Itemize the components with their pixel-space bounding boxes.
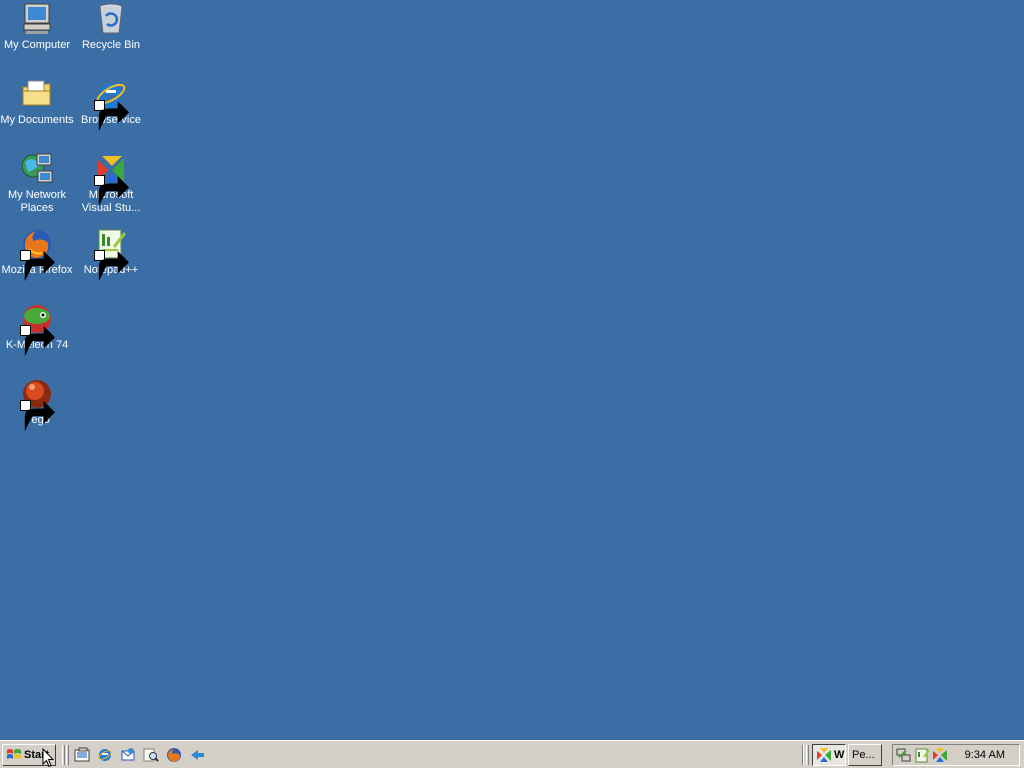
taskbar-button-label: Pe... (852, 749, 875, 761)
arrow-icon[interactable] (189, 747, 205, 763)
desktop-icon-my-documents[interactable]: My Documents (0, 77, 74, 127)
desktop-icon-recycle-bin[interactable]: Recycle Bin (74, 2, 148, 52)
icon-label: My Network Places (7, 189, 67, 214)
system-tray: 9:34 AM (892, 744, 1020, 766)
icon-label: My Computer (3, 39, 71, 51)
outlook-express-icon[interactable] (120, 747, 136, 763)
k-meleon-icon (20, 302, 55, 357)
toolbar-grip[interactable] (62, 745, 65, 765)
computer-icon (20, 2, 54, 36)
shortcut-arrow-icon (94, 175, 129, 207)
internet-explorer-icon[interactable] (97, 747, 113, 763)
network-icon (20, 152, 54, 186)
firefox-icon[interactable] (166, 747, 182, 763)
clock[interactable]: 9:34 AM (965, 749, 1005, 761)
folder-icon (20, 77, 54, 111)
taskbar-button-pego[interactable]: Pe... (848, 744, 882, 766)
taskbar: Start W Pe... 9:34 AM (0, 740, 1024, 768)
desktop-icon-mozilla-firefox[interactable]: Mozilla Firefox (0, 227, 74, 282)
notepad-tray-icon[interactable] (914, 747, 930, 763)
pego-icon (20, 377, 55, 432)
desktop-icon-my-network-places[interactable]: My Network Places (0, 152, 74, 215)
windows-logo-icon (7, 749, 21, 759)
desktop-icon-k-meleon[interactable]: K-Meleon 74 (0, 302, 74, 357)
taskbar-separator (802, 745, 804, 765)
toolbar-grip[interactable] (806, 745, 809, 765)
show-desktop-icon[interactable] (74, 747, 90, 763)
toolbar-grip[interactable] (66, 745, 69, 765)
desktop-icon-my-computer[interactable]: My Computer (0, 2, 74, 52)
visual-studio-tray-icon[interactable] (932, 747, 948, 763)
shortcut-arrow-icon (20, 250, 55, 282)
desktop-icon-pego[interactable]: Pego (0, 377, 74, 432)
taskbar-button-label: W (834, 749, 845, 761)
shortcut-arrow-icon (20, 325, 55, 357)
desktop-icon-notepad-plus-plus[interactable]: Notepad++ (74, 227, 148, 282)
desktop-icon-browservice[interactable]: Browservice (74, 77, 148, 132)
shortcut-arrow-icon (94, 250, 129, 282)
taskbar-button-visual-studio[interactable]: W (812, 744, 846, 766)
internet-explorer-icon (94, 77, 129, 132)
shortcut-arrow-icon (20, 400, 55, 432)
visual-studio-icon (817, 748, 831, 762)
icon-label: Recycle Bin (81, 39, 141, 51)
firefox-icon (20, 227, 55, 282)
icon-label: My Documents (0, 114, 74, 126)
notepad-plus-plus-icon (94, 227, 129, 282)
visual-studio-icon (94, 152, 129, 207)
network-tray-icon[interactable] (896, 747, 912, 763)
desktop-icon-microsoft-visual-studio[interactable]: Microsoft Visual Stu... (74, 152, 148, 215)
shortcut-arrow-icon (94, 100, 129, 132)
desktop[interactable]: My Computer My Documents My Network Plac… (0, 0, 1024, 740)
recycle-bin-icon (94, 2, 128, 36)
search-icon[interactable] (143, 747, 159, 763)
mouse-cursor-icon (42, 748, 54, 768)
